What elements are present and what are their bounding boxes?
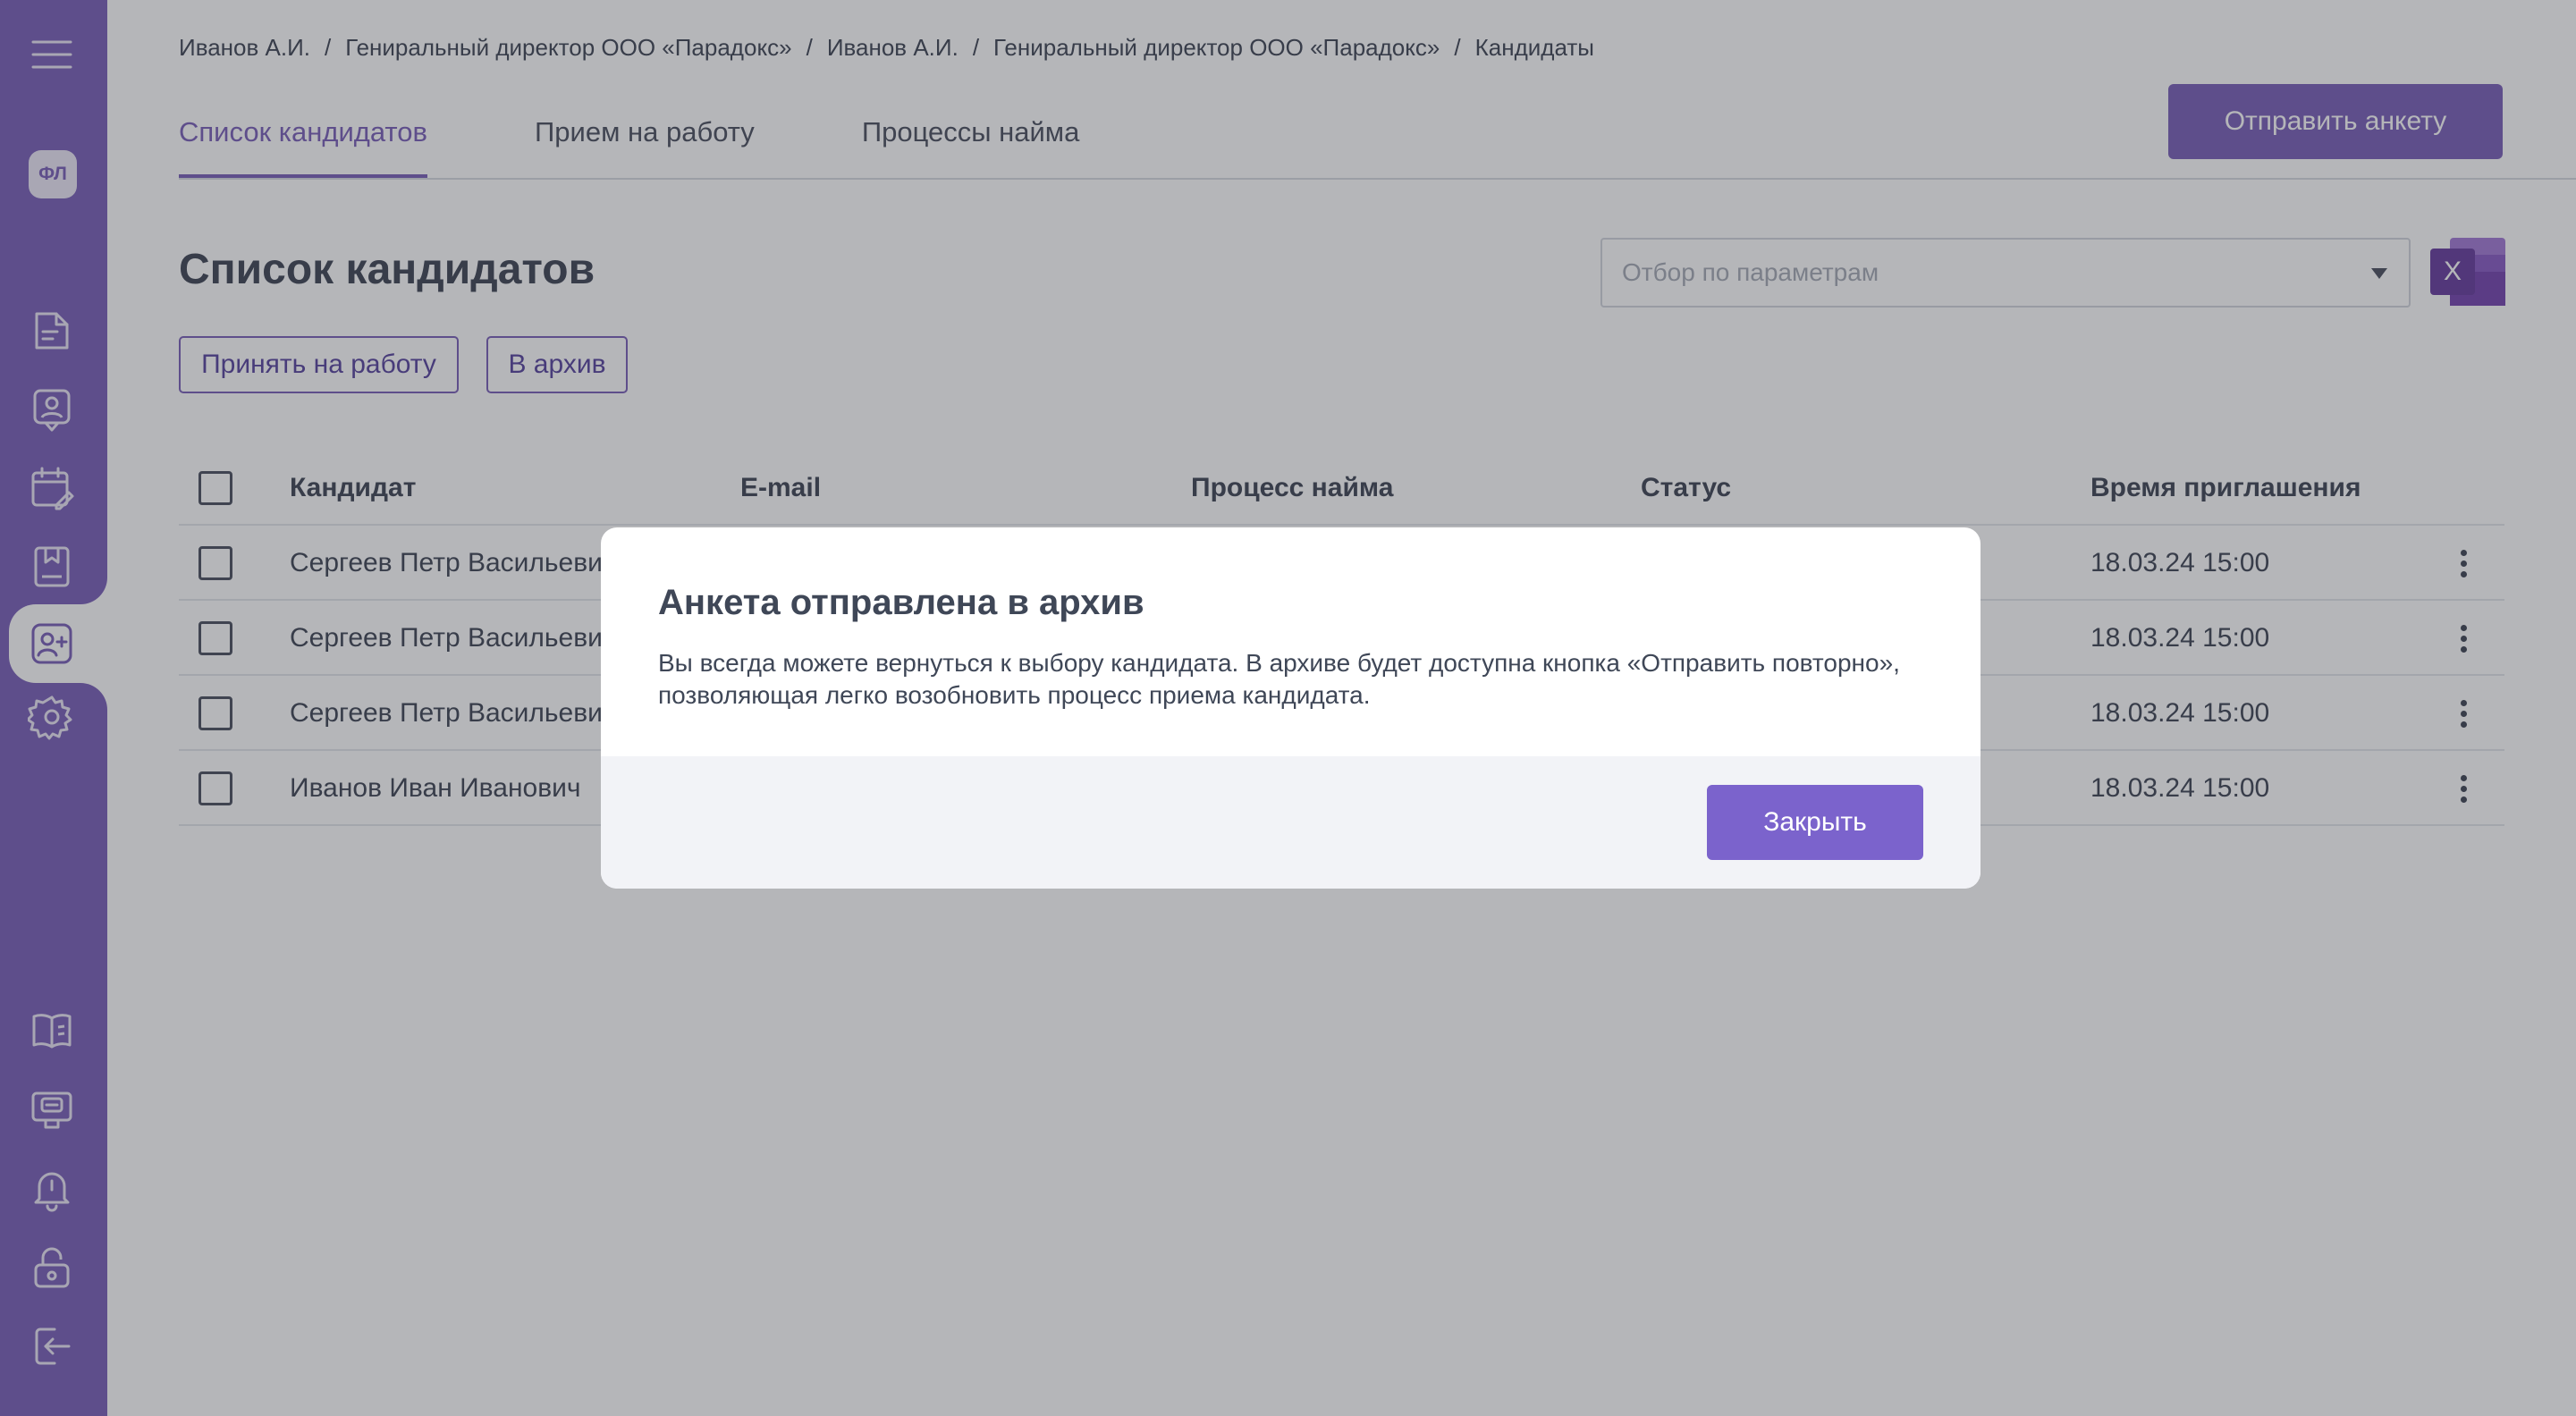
archive-confirmation-dialog: Анкета отправлена в архив Вы всегда може… [601,527,1981,889]
dialog-title: Анкета отправлена в архив [658,583,1144,622]
dialog-footer: Закрыть [601,756,1981,889]
dialog-message: Вы всегда можете вернуться к выбору канд… [658,649,1900,709]
close-button[interactable]: Закрыть [1707,785,1923,860]
